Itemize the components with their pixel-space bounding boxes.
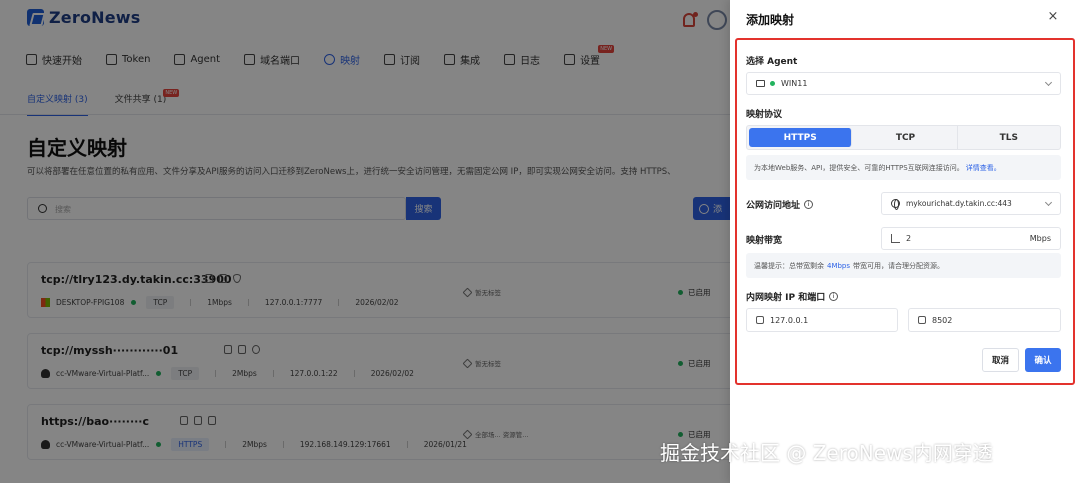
- agent-label: 选择 Agent: [746, 57, 798, 67]
- port-icon: [918, 316, 926, 324]
- confirm-button[interactable]: 确认: [1025, 348, 1061, 372]
- bandwidth-icon: [891, 234, 900, 243]
- chevron-down-icon: [1044, 198, 1053, 207]
- add-mapping-drawer: 添加映射 × 选择 Agent WIN11 映射协议 HTTPS TCP TLS…: [730, 0, 1080, 483]
- watermark: 掘金技术社区 @ ZeroNews内网穿透: [660, 441, 993, 465]
- computer-icon: [756, 80, 765, 87]
- agent-select-value: WIN11: [781, 79, 808, 88]
- domain-select-value: mykourichat.dy.takin.cc:443: [906, 199, 1012, 208]
- chevron-down-icon: [1044, 78, 1053, 87]
- globe-icon: [891, 199, 900, 210]
- online-dot: [770, 81, 775, 86]
- protocol-selector: HTTPS TCP TLS: [746, 125, 1061, 150]
- bandwidth-input[interactable]: 2 Mbps: [881, 227, 1061, 250]
- drawer-title: 添加映射: [746, 13, 795, 27]
- bandwidth-label: 映射带宽: [746, 236, 783, 246]
- ip-value: 127.0.0.1: [770, 315, 809, 325]
- close-icon[interactable]: ×: [1047, 10, 1059, 23]
- bandwidth-value: 2: [906, 234, 912, 243]
- protocol-option-https[interactable]: HTTPS: [749, 128, 853, 147]
- protocol-label: 映射协议: [746, 110, 783, 120]
- protocol-option-tcp[interactable]: TCP: [854, 126, 958, 149]
- protocol-hint: 为本地Web服务、API，提供安全、可靠的HTTPS互联网连接访问。 详情查看。: [746, 155, 1061, 180]
- bandwidth-unit: Mbps: [1029, 234, 1051, 243]
- port-value: 8502: [932, 315, 953, 325]
- agent-select[interactable]: WIN11: [746, 72, 1061, 95]
- network-icon: [756, 316, 764, 324]
- info-icon[interactable]: i: [804, 200, 814, 209]
- internal-port-input[interactable]: 8502: [908, 308, 1061, 332]
- internal-ip-input[interactable]: 127.0.0.1: [746, 308, 898, 332]
- ip-port-label: 内网映射 IP 和端口 i: [746, 290, 839, 303]
- protocol-option-tls[interactable]: TLS: [958, 126, 1060, 149]
- details-link[interactable]: 详情查看。: [966, 163, 1001, 173]
- info-icon[interactable]: i: [829, 292, 839, 301]
- domain-select[interactable]: mykourichat.dy.takin.cc:443: [881, 192, 1061, 215]
- bandwidth-hint: 温馨提示：总带宽剩余 4Mbps 带宽可用，请合理分配资源。: [746, 253, 1061, 278]
- cancel-button[interactable]: 取消: [982, 348, 1019, 372]
- domain-label: 公网访问地址 i: [746, 198, 814, 211]
